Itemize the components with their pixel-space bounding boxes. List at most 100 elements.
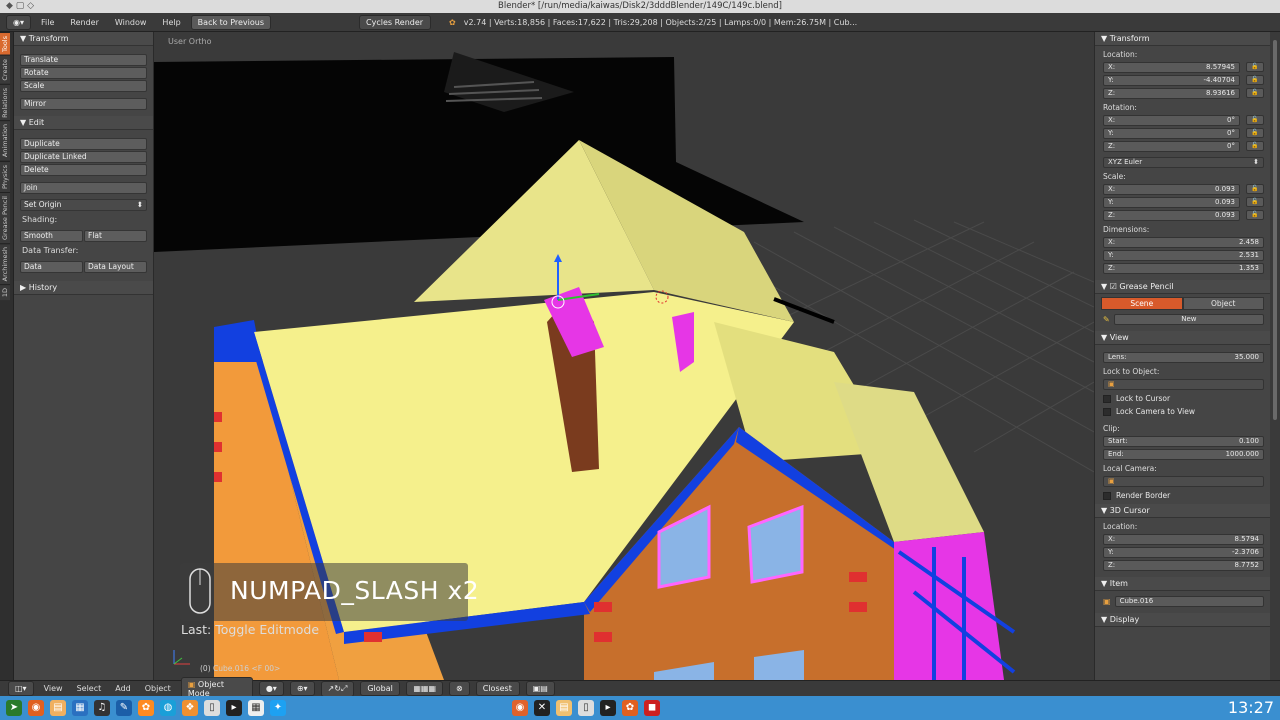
orientation-select[interactable]: Global: [360, 681, 401, 696]
flat-button[interactable]: Flat: [84, 230, 147, 242]
scrollbar-thumb[interactable]: [1273, 40, 1277, 420]
menu-help[interactable]: Help: [156, 18, 186, 27]
scale-z-field[interactable]: Z: 0.093 🔓: [1103, 209, 1264, 221]
manipulator-toggle[interactable]: ↗↻⤢: [320, 680, 355, 697]
checkbox[interactable]: [1103, 407, 1111, 416]
lock-icon[interactable]: 🔓: [1246, 128, 1264, 138]
clip-start-field[interactable]: Start: 0.100: [1103, 435, 1264, 447]
tab-physics[interactable]: Physics: [0, 160, 10, 192]
cursor-y-field[interactable]: Y: -2.3706: [1103, 546, 1264, 558]
grease-pencil-header[interactable]: ▼ ☑ Grease Pencil: [1095, 280, 1270, 294]
firefox-icon[interactable]: ◉: [28, 700, 44, 716]
render-engine-select[interactable]: Cycles Render: [359, 14, 432, 30]
tab-relations[interactable]: Relations: [0, 83, 10, 121]
3d-cursor-header[interactable]: ▼ 3D Cursor: [1095, 504, 1270, 518]
item-name-field[interactable]: ▣ Cube.016: [1103, 595, 1264, 607]
rotation-x-field[interactable]: X: 0° 🔓: [1103, 114, 1264, 126]
render-border-checkbox[interactable]: Render Border: [1103, 491, 1262, 500]
lock-icon[interactable]: 🔓: [1246, 88, 1264, 98]
mirror-button[interactable]: Mirror: [20, 98, 147, 110]
task-firefox-icon[interactable]: ◉: [512, 700, 528, 716]
pivot-select[interactable]: ⊕▾: [289, 681, 315, 696]
lock-object-field[interactable]: ▣: [1103, 378, 1264, 390]
history-panel-header[interactable]: ▶ History: [14, 281, 153, 295]
display-header[interactable]: ▼ Display: [1095, 613, 1270, 627]
transform-panel-header[interactable]: ▼ Transform: [14, 32, 153, 46]
menu-window[interactable]: Window: [109, 18, 153, 27]
rotation-y-field[interactable]: Y: 0° 🔓: [1103, 127, 1264, 139]
lens-field[interactable]: Lens: 35.000: [1103, 351, 1264, 363]
lock-to-cursor-checkbox[interactable]: Lock to Cursor: [1103, 394, 1262, 403]
gp-new-button[interactable]: New: [1113, 313, 1264, 325]
lock-icon[interactable]: 🔓: [1246, 115, 1264, 125]
view-header[interactable]: ▼ View: [1095, 331, 1270, 345]
tab-tools[interactable]: Tools: [0, 32, 10, 56]
dimension-y-field[interactable]: Y: 2.531: [1103, 249, 1264, 261]
editor-type-icon[interactable]: ◉▾: [6, 14, 31, 30]
data-button[interactable]: Data: [20, 261, 83, 273]
gp-object-tab[interactable]: Object: [1182, 297, 1264, 310]
menu-add[interactable]: Add: [111, 684, 135, 693]
set-origin-select[interactable]: Set Origin ⬍: [20, 199, 147, 211]
clip-end-field[interactable]: End: 1000.000: [1103, 448, 1264, 460]
lock-icon[interactable]: 🔓: [1246, 210, 1264, 220]
lock-icon[interactable]: 🔓: [1246, 197, 1264, 207]
cursor-z-field[interactable]: Z: 8.7752: [1103, 559, 1264, 571]
layers-grid[interactable]: ▦▦▦: [406, 681, 444, 696]
checkbox[interactable]: [1103, 491, 1111, 500]
window-menu-icon[interactable]: ◆ ▢ ◇: [6, 0, 34, 13]
tab-archimesh[interactable]: Archimesh: [0, 242, 10, 284]
lock-camera-checkbox[interactable]: Lock Camera to View: [1103, 407, 1262, 416]
render-icon[interactable]: ▣▤: [525, 681, 555, 696]
rotation-mode-select[interactable]: XYZ Euler ⬍: [1103, 156, 1264, 168]
cursor-x-field[interactable]: X: 8.5794: [1103, 533, 1264, 545]
audio-icon[interactable]: ♫: [94, 700, 110, 716]
checkbox-icon[interactable]: ☑: [1110, 282, 1117, 291]
start-menu-icon[interactable]: ➤: [6, 700, 22, 716]
dimension-z-field[interactable]: Z: 1.353: [1103, 262, 1264, 274]
menu-render[interactable]: Render: [64, 18, 104, 27]
lock-icon[interactable]: 🔓: [1246, 62, 1264, 72]
edit-panel-header[interactable]: ▼ Edit: [14, 116, 153, 130]
dimension-x-field[interactable]: X: 2.458: [1103, 236, 1264, 248]
location-y-field[interactable]: Y: -4.40704 🔓: [1103, 74, 1264, 86]
gp-scene-tab[interactable]: Scene: [1101, 297, 1183, 310]
back-to-previous-button[interactable]: Back to Previous: [190, 14, 272, 30]
duplicate-linked-button[interactable]: Duplicate Linked: [20, 151, 147, 163]
checkbox[interactable]: [1103, 394, 1111, 403]
local-camera-field[interactable]: ▣: [1103, 475, 1264, 487]
delete-button[interactable]: Delete: [20, 164, 147, 176]
smooth-button[interactable]: Smooth: [20, 230, 83, 242]
blender-icon[interactable]: ✿: [138, 700, 154, 716]
location-x-field[interactable]: X: 8.57945 🔓: [1103, 61, 1264, 73]
rotate-button[interactable]: Rotate: [20, 67, 147, 79]
task-blender-icon[interactable]: ✿: [622, 700, 638, 716]
join-button[interactable]: Join: [20, 182, 147, 194]
snap-target-select[interactable]: Closest: [475, 681, 520, 696]
document-icon[interactable]: ▯: [204, 700, 220, 716]
scale-x-field[interactable]: X: 0.093 🔓: [1103, 183, 1264, 195]
task-files-icon[interactable]: ▤: [556, 700, 572, 716]
snap-toggle[interactable]: ⊗: [449, 681, 470, 696]
transform-header[interactable]: ▼ Transform: [1095, 32, 1270, 46]
duplicate-button[interactable]: Duplicate: [20, 138, 147, 150]
scale-button[interactable]: Scale: [20, 80, 147, 92]
task-record-icon[interactable]: ◼: [644, 700, 660, 716]
terminal-icon[interactable]: ▸: [226, 700, 242, 716]
data-layout-button[interactable]: Data Layout: [84, 261, 147, 273]
twitter-icon[interactable]: ✦: [270, 700, 286, 716]
lock-icon[interactable]: 🔓: [1246, 141, 1264, 151]
location-z-field[interactable]: Z: 8.93616 🔓: [1103, 87, 1264, 99]
tab-create[interactable]: Create: [0, 55, 10, 84]
menu-object[interactable]: Object: [141, 684, 175, 693]
task-doc-icon[interactable]: ▯: [578, 700, 594, 716]
monitor-icon[interactable]: ▦: [72, 700, 88, 716]
translate-button[interactable]: Translate: [20, 54, 147, 66]
tab-1d[interactable]: 1D: [0, 283, 10, 301]
menu-select[interactable]: Select: [73, 684, 106, 693]
shading-select[interactable]: ●▾: [258, 681, 284, 696]
item-header[interactable]: ▼ Item: [1095, 577, 1270, 591]
tab-grease-pencil[interactable]: Grease Pencil: [0, 191, 10, 243]
lock-icon[interactable]: 🔓: [1246, 75, 1264, 85]
rotation-z-field[interactable]: Z: 0° 🔓: [1103, 140, 1264, 152]
